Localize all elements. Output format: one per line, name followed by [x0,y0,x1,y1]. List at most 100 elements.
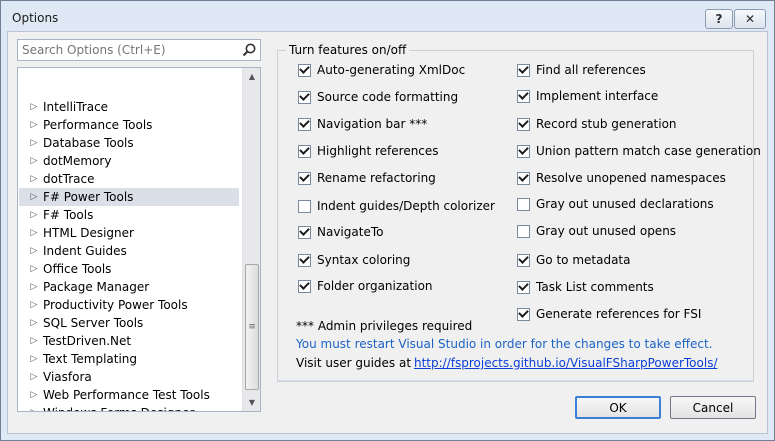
expand-arrow-icon[interactable]: ▷ [27,336,41,346]
feature-label: Find all references [536,63,646,77]
feature-label: Gray out unused opens [536,224,677,238]
close-button[interactable]: ✕ [734,9,766,29]
feature-option[interactable]: Go to metadata [517,251,630,269]
feature-checkbox[interactable] [517,307,530,321]
expand-arrow-icon[interactable]: ▷ [27,192,41,202]
expand-arrow-icon[interactable]: ▷ [27,138,41,148]
feature-option[interactable]: Resolve unopened namespaces [517,169,726,187]
tree-item[interactable]: ▷ F# Power Tools [19,188,239,206]
tree-item-label: Windows Forms Designer [43,406,194,411]
feature-checkbox[interactable] [517,144,530,158]
tree-item[interactable]: ▷ Text Templating [19,350,239,368]
expand-arrow-icon[interactable]: ▷ [27,282,41,292]
tree-item[interactable]: ▷ Web Performance Test Tools [19,386,239,404]
guides-label: Visit user guides at [296,356,412,370]
expand-arrow-icon[interactable]: ▷ [27,228,41,238]
expand-arrow-icon[interactable]: ▷ [27,264,41,274]
feature-label: Gray out unused declarations [536,197,714,211]
search-box[interactable] [17,39,261,61]
feature-checkbox[interactable] [517,253,530,267]
feature-option[interactable]: Generate references for FSI [517,305,701,323]
feature-checkbox[interactable] [298,279,311,293]
help-button[interactable]: ? [705,9,733,29]
options-tree[interactable]: ▷ IntelliTrace ▷ Performance Tools ▷ Database… [17,67,261,412]
expand-arrow-icon[interactable]: ▷ [27,300,41,310]
feature-label: Implement interface [536,89,659,103]
feature-label: Rename refactoring [317,171,436,185]
feature-option[interactable]: Task List comments [517,278,654,296]
tree-item[interactable]: ▷ dotMemory [19,152,239,170]
feature-option[interactable]: Source code formatting [298,88,458,106]
feature-checkbox[interactable] [517,224,530,238]
feature-checkbox[interactable] [298,253,311,267]
tree-item[interactable]: ▷ Indent Guides [19,242,239,260]
tree-item[interactable]: ▷ F# Tools [19,206,239,224]
cancel-button[interactable]: Cancel [670,396,756,419]
tree-item[interactable]: ▷ TestDriven.Net [19,332,239,350]
feature-checkbox[interactable] [298,225,311,239]
feature-option[interactable]: Syntax coloring [298,251,410,269]
tree-item[interactable]: ▷ IntelliTrace [19,98,239,116]
tree-item[interactable]: ▷ Performance Tools [19,116,239,134]
expand-arrow-icon[interactable]: ▷ [27,390,41,400]
feature-checkbox[interactable] [517,117,530,131]
tree-item-label: Text Templating [43,352,138,366]
feature-checkbox[interactable] [298,90,311,104]
feature-checkbox[interactable] [298,199,311,213]
feature-checkbox[interactable] [517,171,530,185]
ok-button[interactable]: OK [575,396,661,419]
tree-item-label: Package Manager [43,280,150,294]
expand-arrow-icon[interactable]: ▷ [27,408,41,411]
feature-checkbox[interactable] [517,63,530,77]
feature-option[interactable]: Folder organization [298,277,433,295]
feature-checkbox[interactable] [298,63,311,77]
expand-arrow-icon[interactable]: ▷ [27,246,41,256]
feature-option[interactable]: Auto-generating XmlDoc [298,61,465,79]
scroll-up-icon[interactable]: ▲ [243,68,260,85]
guides-link[interactable]: http://fsprojects.github.io/VisualFSharp… [414,356,718,370]
expand-arrow-icon[interactable]: ▷ [27,372,41,382]
tree-item-label: Database Tools [43,136,134,150]
tree-scrollbar[interactable]: ▲ ≡ ▼ [242,68,260,411]
scroll-thumb[interactable]: ≡ [245,264,259,390]
expand-arrow-icon[interactable]: ▷ [27,174,41,184]
expand-arrow-icon[interactable]: ▷ [27,318,41,328]
expand-arrow-icon[interactable]: ▷ [27,210,41,220]
scroll-down-icon[interactable]: ▼ [243,394,260,411]
restart-note: You must restart Visual Studio in order … [296,337,713,351]
feature-checkbox[interactable] [517,280,530,294]
feature-checkbox[interactable] [298,144,311,158]
feature-checkbox[interactable] [517,197,530,211]
feature-option[interactable]: Highlight references [298,142,439,160]
tree-item[interactable]: ▷ HTML Designer [19,224,239,242]
expand-arrow-icon[interactable]: ▷ [27,120,41,130]
feature-option[interactable]: Find all references [517,61,646,79]
tree-item[interactable]: ▷ Viasfora [19,368,239,386]
feature-option[interactable]: Rename refactoring [298,169,436,187]
tree-item[interactable]: ▷ Productivity Power Tools [19,296,239,314]
tree-item[interactable]: ▷ Database Tools [19,134,239,152]
feature-label: Resolve unopened namespaces [536,171,726,185]
tree-item[interactable]: ▷ Package Manager [19,278,239,296]
feature-option[interactable]: Gray out unused opens [517,222,676,240]
feature-option[interactable]: Navigation bar *** [298,115,427,133]
search-icon[interactable] [241,42,257,58]
feature-option[interactable]: Record stub generation [517,115,677,133]
tree-item[interactable]: ▷ Office Tools [19,260,239,278]
feature-option[interactable]: Gray out unused declarations [517,195,714,213]
search-input[interactable] [18,40,238,60]
expand-arrow-icon[interactable]: ▷ [27,156,41,166]
expand-arrow-icon[interactable]: ▷ [27,354,41,364]
feature-option[interactable]: Indent guides/Depth colorizer [298,197,495,215]
tree-item[interactable]: ▷ SQL Server Tools [19,314,239,332]
feature-checkbox[interactable] [298,171,311,185]
expand-arrow-icon[interactable]: ▷ [27,102,41,112]
tree-item[interactable]: ▷ dotTrace [19,170,239,188]
tree-item[interactable]: ▷Windows Forms Designer [19,404,239,411]
feature-option[interactable]: Union pattern match case generation [517,142,761,160]
feature-option[interactable]: Implement interface [517,87,658,105]
feature-checkbox[interactable] [298,117,311,131]
tree-item-label: HTML Designer [43,226,134,240]
feature-option[interactable]: NavigateTo [298,223,383,241]
feature-checkbox[interactable] [517,89,530,103]
